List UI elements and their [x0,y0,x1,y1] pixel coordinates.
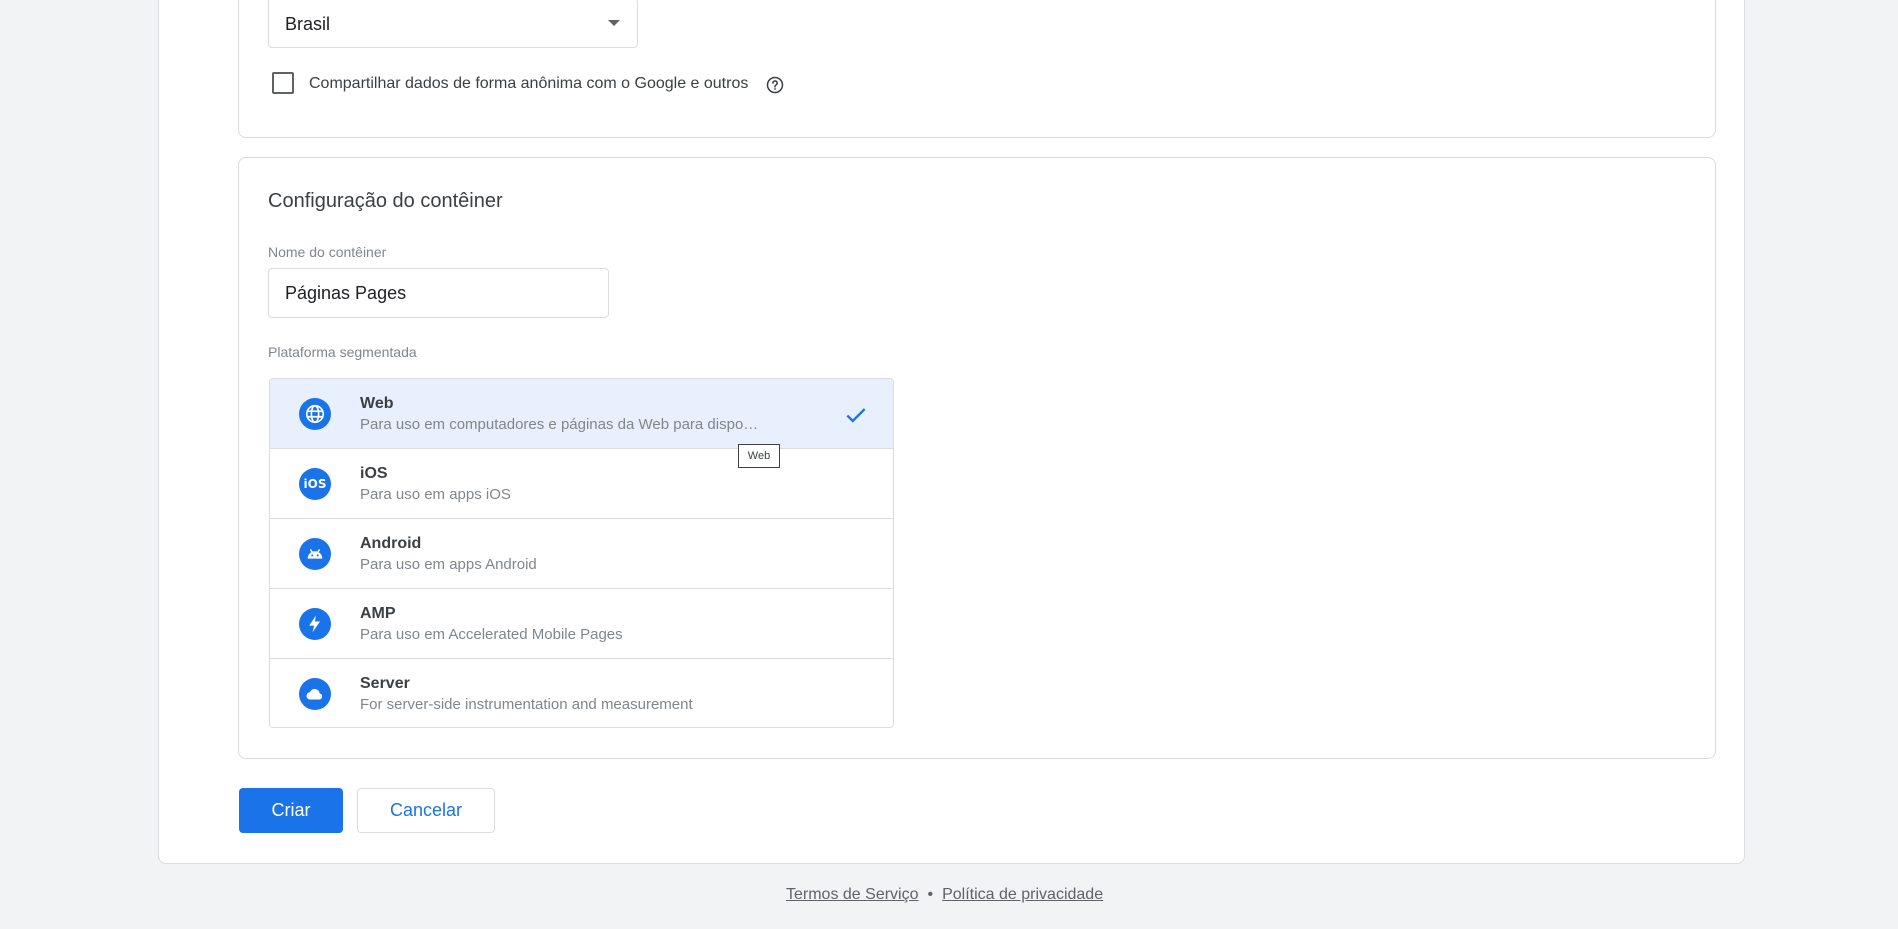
platform-title: iOS [360,465,388,482]
platform-title: Web [360,395,394,412]
android-icon [299,538,331,570]
globe-icon [299,398,331,430]
cancel-button[interactable]: Cancelar [357,788,495,833]
platform-description: Para uso em computadores e páginas da We… [360,416,762,433]
container-name-input[interactable]: Páginas Pages [268,268,609,318]
cloud-icon [299,678,331,710]
country-select[interactable]: Brasil [268,0,638,48]
platform-option-android[interactable]: Android Para uso em apps Android [270,519,893,589]
platform-description: Para uso em Accelerated Mobile Pages [360,626,623,643]
country-select-value: Brasil [285,14,331,34]
platform-option-server[interactable]: Server For server-side instrumentation a… [270,659,893,727]
terms-link[interactable]: Termos de Serviço [786,886,919,903]
share-data-checkbox[interactable] [272,72,294,94]
footer-separator: • [927,886,934,903]
platform-description: For server-side instrumentation and meas… [360,696,693,713]
privacy-link[interactable]: Política de privacidade [942,886,1103,903]
lightning-icon [299,608,331,640]
platform-option-ios[interactable]: iOS iOS Para uso em apps iOS [270,449,893,519]
container-name-label: Nome do contêiner [268,244,387,260]
platform-title: Server [360,675,410,692]
platform-title: AMP [360,605,396,622]
platform-option-web[interactable]: Web Para uso em computadores e páginas d… [270,379,893,449]
target-platform-label: Plataforma segmentada [268,344,417,360]
help-icon[interactable] [766,76,784,94]
web-tooltip: Web [738,444,780,468]
platform-description: Para uso em apps iOS [360,486,511,503]
checkmark-icon [846,408,866,423]
platform-list: Web Para uso em computadores e páginas d… [269,378,894,728]
ios-icon: iOS [299,468,331,500]
platform-title: Android [360,535,422,552]
share-data-label: Compartilhar dados de forma anônima com … [309,75,749,92]
platform-option-amp[interactable]: AMP Para uso em Accelerated Mobile Pages [270,589,893,659]
platform-description: Para uso em apps Android [360,556,537,573]
container-section-title: Configuração do contêiner [268,190,503,212]
footer: Termos de Serviço • Política de privacidad… [786,886,1103,904]
create-button[interactable]: Criar [239,788,343,833]
dropdown-arrow-icon [608,20,620,26]
